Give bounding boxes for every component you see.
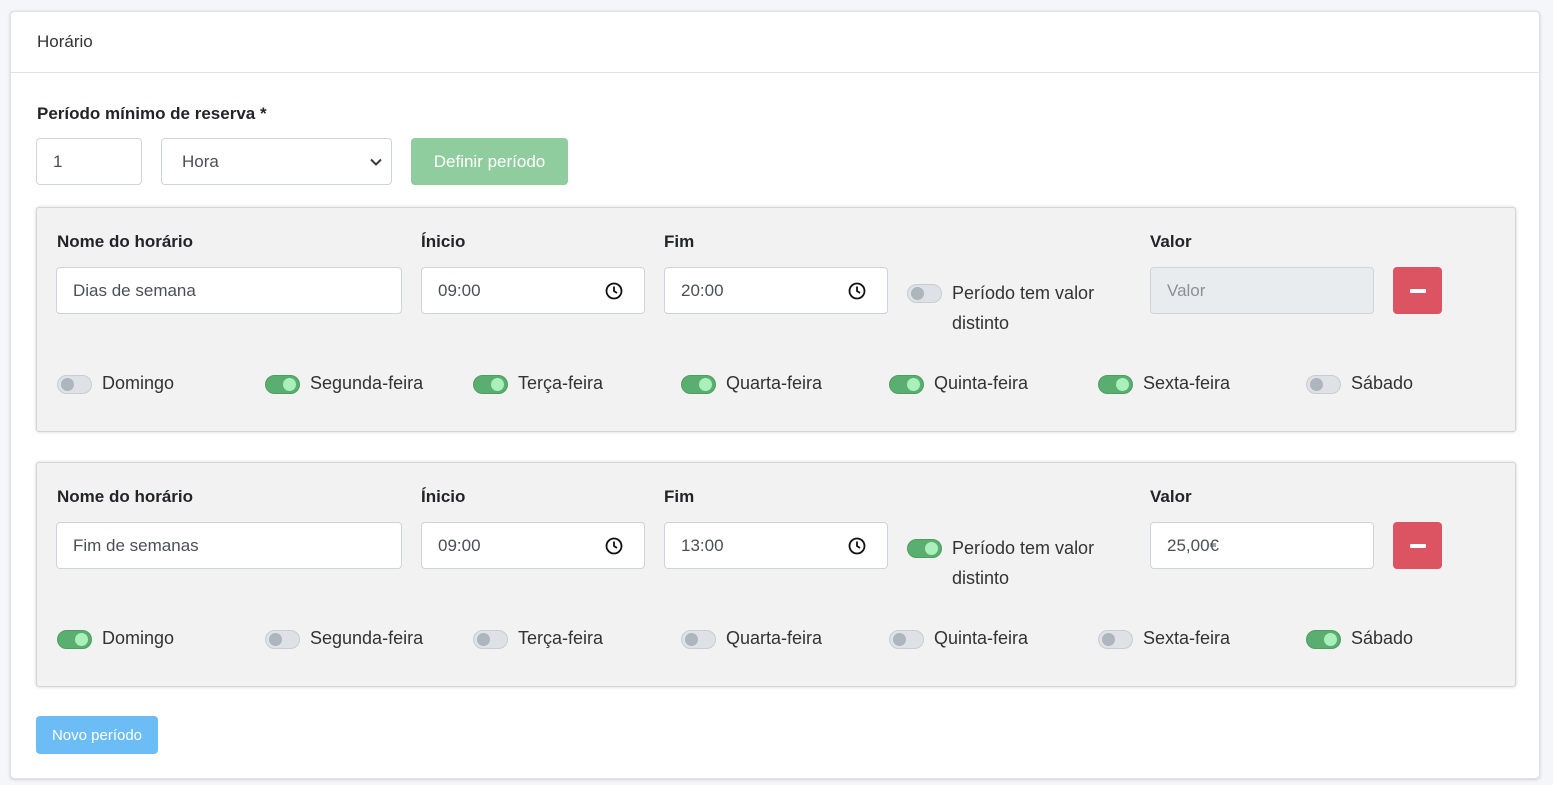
start-label: Ínicio	[421, 487, 466, 506]
distinct-value-label-line1: Período tem valor	[952, 283, 1095, 303]
day-toggle-3[interactable]	[473, 375, 508, 394]
minimum-period-label: Período mínimo de reserva *	[37, 104, 267, 123]
end-time-input[interactable]: 13:00	[664, 522, 888, 569]
schedule-name-input[interactable]: Dias de semana	[56, 267, 402, 314]
minus-icon	[1409, 288, 1426, 293]
minimum-quantity-input[interactable]: 1	[36, 138, 142, 185]
day-label: Quarta-feira	[726, 373, 823, 393]
value-label: Valor	[1150, 487, 1192, 506]
distinct-value-toggle[interactable]	[907, 284, 942, 303]
start-time-input[interactable]: 09:00	[421, 267, 645, 314]
day-toggle-6[interactable]	[1098, 630, 1133, 649]
day-toggle-1[interactable]	[57, 375, 92, 394]
distinct-value-label-line2: distinto	[952, 568, 1010, 588]
start-label: Ínicio	[421, 232, 466, 251]
day-label: Quinta-feira	[934, 628, 1029, 648]
remove-period-button[interactable]	[1393, 522, 1442, 569]
start-time-input[interactable]: 09:00	[421, 522, 645, 569]
day-toggle-7[interactable]	[1306, 630, 1341, 649]
day-toggle-7[interactable]	[1306, 375, 1341, 394]
start-time-value: 09:00	[438, 535, 481, 555]
day-toggle-2[interactable]	[265, 375, 300, 394]
day-toggle-3[interactable]	[473, 630, 508, 649]
card-title: Horário	[11, 12, 1539, 73]
value-text: Valor	[1167, 280, 1206, 300]
day-label: Terça-feira	[518, 628, 604, 648]
day-toggle-2[interactable]	[265, 630, 300, 649]
value-label: Valor	[1150, 232, 1192, 251]
clock-icon[interactable]	[604, 536, 624, 556]
new-period-button[interactable]: Novo período	[36, 716, 158, 754]
day-toggle-4[interactable]	[681, 375, 716, 394]
day-toggle-4[interactable]	[681, 630, 716, 649]
day-label: Terça-feira	[518, 373, 604, 393]
schedule-name-value: Dias de semana	[73, 280, 196, 300]
distinct-value-label-line1: Período tem valor	[952, 538, 1095, 558]
distinct-value-toggle[interactable]	[907, 539, 942, 558]
value-text: 25,00€	[1167, 535, 1219, 555]
day-toggle-5[interactable]	[889, 375, 924, 394]
end-label: Fim	[664, 232, 695, 251]
day-label: Domingo	[102, 628, 175, 648]
distinct-value-label-line2: distinto	[952, 313, 1010, 333]
name-label: Nome do horário	[57, 232, 194, 251]
chevron-down-icon	[370, 158, 382, 166]
start-time-value: 09:00	[438, 280, 481, 300]
day-toggle-1[interactable]	[57, 630, 92, 649]
schedule-panel-2: Nome do horário Ínicio Fim Valor Fim de …	[36, 462, 1516, 687]
day-toggle-6[interactable]	[1098, 375, 1133, 394]
end-time-value: 20:00	[681, 280, 724, 300]
day-label: Domingo	[102, 373, 175, 393]
day-label: Sábado	[1351, 628, 1414, 648]
end-label: Fim	[664, 487, 695, 506]
schedule-panel-1: Nome do horário Ínicio Fim Valor Dias de…	[36, 207, 1516, 432]
clock-icon[interactable]	[604, 281, 624, 301]
schedule-card: Horário Período mínimo de reserva * 1 Ho…	[10, 11, 1540, 779]
clock-icon[interactable]	[847, 536, 867, 556]
day-label: Quinta-feira	[934, 373, 1029, 393]
define-period-button[interactable]: Definir período	[411, 138, 568, 185]
value-input[interactable]: Valor	[1150, 267, 1374, 314]
day-label: Segunda-feira	[310, 373, 424, 393]
minimum-unit-select[interactable]: Hora	[161, 138, 392, 185]
minimum-unit-value: Hora	[182, 151, 219, 171]
name-label: Nome do horário	[57, 487, 194, 506]
value-input[interactable]: 25,00€	[1150, 522, 1374, 569]
day-label: Sexta-feira	[1143, 373, 1231, 393]
end-time-value: 13:00	[681, 535, 724, 555]
day-label: Quarta-feira	[726, 628, 823, 648]
minus-icon	[1409, 543, 1426, 548]
clock-icon[interactable]	[847, 281, 867, 301]
day-label: Sábado	[1351, 373, 1414, 393]
minimum-quantity-value: 1	[53, 151, 63, 171]
day-label: Segunda-feira	[310, 628, 424, 648]
schedule-name-input[interactable]: Fim de semanas	[56, 522, 402, 569]
end-time-input[interactable]: 20:00	[664, 267, 888, 314]
schedule-name-value: Fim de semanas	[73, 535, 199, 555]
day-label: Sexta-feira	[1143, 628, 1231, 648]
remove-period-button[interactable]	[1393, 267, 1442, 314]
day-toggle-5[interactable]	[889, 630, 924, 649]
